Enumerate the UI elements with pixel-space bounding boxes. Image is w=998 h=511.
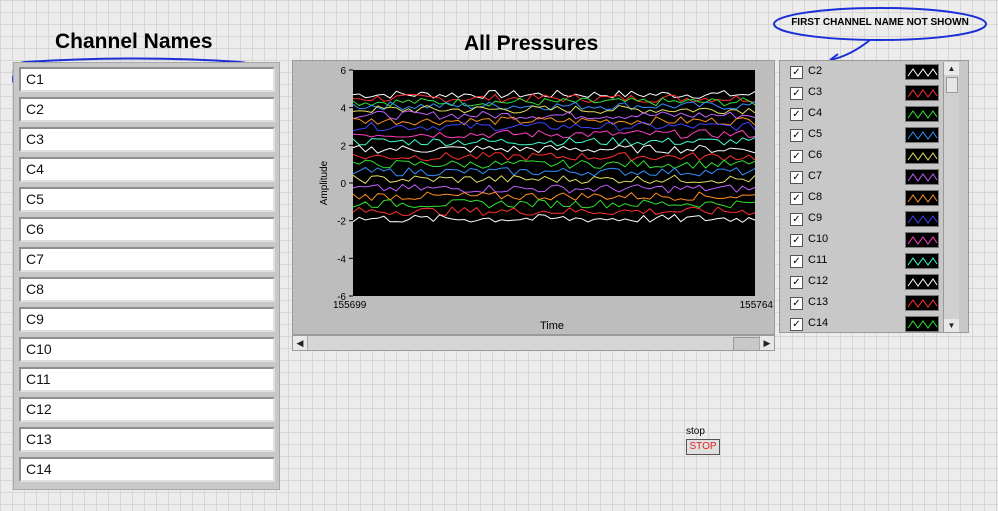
channel-names-array: C1 C2 C3 C4 C5 C6 C7 C8 C9 C10 C11 C12 C…	[13, 62, 280, 490]
legend-checkbox[interactable]: ✓	[790, 108, 803, 121]
legend-label: C12	[808, 275, 829, 287]
plot-legend: ✓ C2 ✓ C3 ✓ C4 ✓ C5 ✓ C6 ✓ C7 ✓ C8 ✓ C9 ✓ C10 ✓ C11 ✓ C12 ✓ C13…	[779, 60, 969, 333]
legend-item-c13[interactable]: ✓ C13	[780, 294, 952, 315]
scroll-thumb[interactable]	[733, 337, 761, 351]
y-axis: 6420-2-4-6	[337, 66, 353, 303]
legend-item-c8[interactable]: ✓ C8	[780, 189, 952, 210]
legend-label: C6	[808, 149, 823, 161]
horizontal-scrollbar[interactable]: ◀ ▶	[292, 335, 775, 351]
channel-name-field[interactable]: C10	[19, 337, 275, 362]
y-tick-label: 0	[340, 179, 346, 190]
channel-name-field[interactable]: C3	[19, 127, 275, 152]
y-tick-label: 6	[340, 66, 346, 77]
legend-label: C7	[808, 170, 823, 182]
y-tick-label: 4	[340, 104, 346, 115]
chart-svg: 6420-2-4-6 155699 155764 Amplitude Time	[319, 66, 773, 332]
legend-checkbox[interactable]: ✓	[790, 213, 803, 226]
channel-names-title: Channel Names	[55, 30, 213, 53]
legend-swatch[interactable]	[905, 148, 939, 164]
legend-label: C13	[808, 296, 829, 308]
legend-swatch[interactable]	[905, 85, 939, 101]
legend-swatch[interactable]	[905, 127, 939, 143]
x-axis: 155699 155764	[333, 300, 773, 311]
legend-checkbox[interactable]: ✓	[790, 234, 803, 247]
legend-checkbox[interactable]: ✓	[790, 150, 803, 163]
legend-checkbox[interactable]: ✓	[790, 255, 803, 268]
legend-item-c10[interactable]: ✓ C10	[780, 231, 952, 252]
legend-checkbox[interactable]: ✓	[790, 171, 803, 184]
legend-label: C11	[808, 254, 828, 266]
annotation-arrow	[829, 39, 871, 61]
y-tick-label: -4	[337, 254, 346, 265]
legend-item-c3[interactable]: ✓ C3	[780, 84, 952, 105]
legend-checkbox[interactable]: ✓	[790, 129, 803, 142]
legend-label: C4	[808, 107, 823, 119]
legend-checkbox[interactable]: ✓	[790, 66, 803, 79]
legend-item-c2[interactable]: ✓ C2	[780, 63, 952, 84]
channel-name-field[interactable]: C9	[19, 307, 275, 332]
legend-item-c6[interactable]: ✓ C6	[780, 147, 952, 168]
legend-swatch[interactable]	[905, 274, 939, 290]
legend-label: C5	[808, 128, 823, 140]
scroll-up-icon[interactable]: ▲	[944, 62, 959, 75]
channel-name-field[interactable]: C2	[19, 97, 275, 122]
channel-name-field[interactable]: C12	[19, 397, 275, 422]
channel-name-field[interactable]: C7	[19, 247, 275, 272]
annotation-note: FIRST CHANNEL NAME NOT SHOWN	[791, 17, 969, 28]
legend-label: C2	[808, 65, 823, 77]
legend-swatch[interactable]	[905, 190, 939, 206]
legend-swatch[interactable]	[905, 169, 939, 185]
legend-label: C14	[808, 317, 829, 329]
legend-item-c11[interactable]: ✓ C11	[780, 252, 952, 273]
legend-swatch[interactable]	[905, 316, 939, 332]
channel-name-field[interactable]: C1	[19, 67, 275, 92]
legend-item-c12[interactable]: ✓ C12	[780, 273, 952, 294]
legend-checkbox[interactable]: ✓	[790, 297, 803, 310]
legend-item-c4[interactable]: ✓ C4	[780, 105, 952, 126]
stop-label: stop	[686, 426, 705, 437]
x-tick-label: 155764	[740, 300, 774, 311]
y-tick-label: 2	[340, 141, 346, 152]
waveform-chart: 6 4 2 0 -2 -4 -6 155699 155764 Amplitude Time	[292, 60, 775, 335]
stop-button[interactable]: STOP	[686, 439, 720, 455]
legend-item-c7[interactable]: ✓ C7	[780, 168, 952, 189]
graph-title: All Pressures	[464, 32, 599, 55]
legend-label: C10	[808, 233, 829, 245]
legend-scrollbar[interactable]: ▲ ▼	[943, 62, 959, 332]
channel-name-field[interactable]: C14	[19, 457, 275, 482]
channel-name-field[interactable]: C6	[19, 217, 275, 242]
legend-item-c5[interactable]: ✓ C5	[780, 126, 952, 147]
x-tick-label: 155699	[333, 300, 367, 311]
scroll-right-icon[interactable]: ▶	[759, 336, 774, 350]
channel-name-field[interactable]: C11	[19, 367, 275, 392]
legend-label: C3	[808, 86, 823, 98]
legend-swatch[interactable]	[905, 64, 939, 80]
x-axis-label: Time	[540, 320, 564, 332]
scroll-left-icon[interactable]: ◀	[293, 336, 308, 350]
legend-swatch[interactable]	[905, 106, 939, 122]
channel-name-field[interactable]: C13	[19, 427, 275, 452]
legend-swatch[interactable]	[905, 295, 939, 311]
legend-item-c9[interactable]: ✓ C9	[780, 210, 952, 231]
channel-name-field[interactable]: C8	[19, 277, 275, 302]
legend-checkbox[interactable]: ✓	[790, 276, 803, 289]
legend-checkbox[interactable]: ✓	[790, 87, 803, 100]
y-tick-label: -2	[337, 217, 346, 228]
channel-name-field[interactable]: C4	[19, 157, 275, 182]
scroll-down-icon[interactable]: ▼	[944, 319, 959, 332]
legend-scroll-thumb[interactable]	[946, 77, 958, 93]
legend-item-c14[interactable]: ✓ C14	[780, 315, 952, 336]
legend-swatch[interactable]	[905, 253, 939, 269]
legend-swatch[interactable]	[905, 232, 939, 248]
legend-label: C8	[808, 191, 823, 203]
y-axis-label: Amplitude	[319, 160, 330, 205]
channel-name-field[interactable]: C5	[19, 187, 275, 212]
legend-label: C9	[808, 212, 823, 224]
plot-area[interactable]	[353, 70, 755, 296]
legend-swatch[interactable]	[905, 211, 939, 227]
legend-checkbox[interactable]: ✓	[790, 192, 803, 205]
legend-checkbox[interactable]: ✓	[790, 318, 803, 331]
